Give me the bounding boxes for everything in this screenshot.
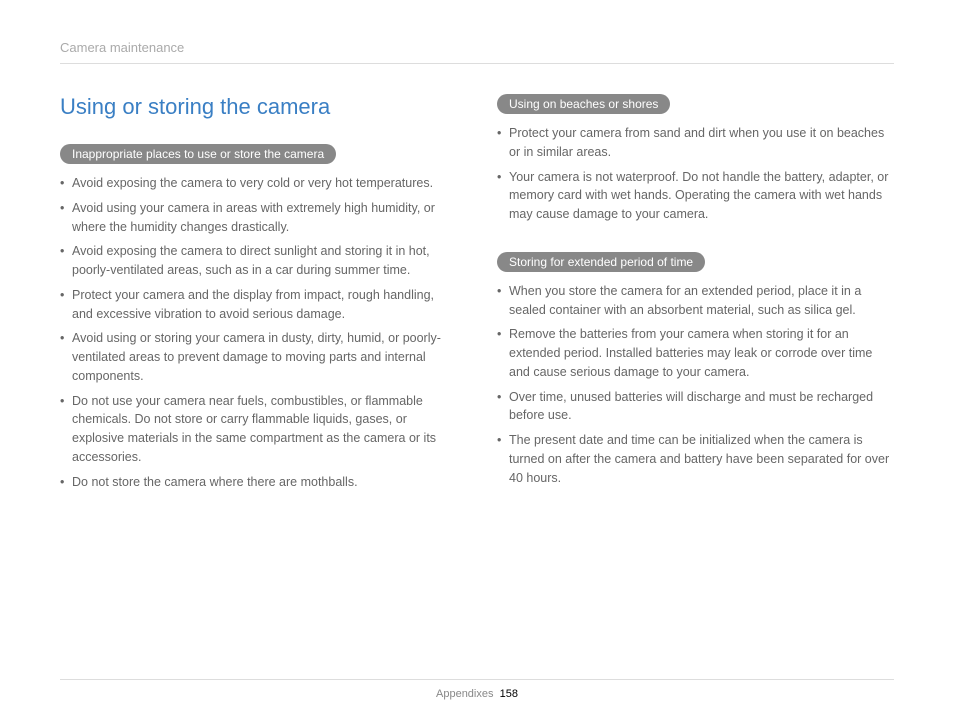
list-storing: When you store the camera for an extende… [497, 282, 894, 488]
list-item: Avoid exposing the camera to direct sunl… [60, 242, 457, 280]
footer-label: Appendixes [436, 688, 494, 700]
list-item: Avoid using or storing your camera in du… [60, 329, 457, 385]
right-column: Using on beaches or shores Protect your … [497, 94, 894, 519]
section-pill-storing: Storing for extended period of time [497, 252, 705, 272]
list-item: The present date and time can be initial… [497, 431, 894, 487]
section-pill-inappropriate: Inappropriate places to use or store the… [60, 144, 336, 164]
section-pill-beaches: Using on beaches or shores [497, 94, 670, 114]
page-footer: Appendixes 158 [60, 679, 894, 700]
main-heading: Using or storing the camera [60, 94, 457, 120]
list-item: Do not use your camera near fuels, combu… [60, 392, 457, 467]
list-item: Your camera is not waterproof. Do not ha… [497, 168, 894, 224]
list-item: Protect your camera from sand and dirt w… [497, 124, 894, 162]
list-item: Protect your camera and the display from… [60, 286, 457, 324]
list-item: When you store the camera for an extende… [497, 282, 894, 320]
list-item: Avoid using your camera in areas with ex… [60, 199, 457, 237]
left-column: Using or storing the camera Inappropriat… [60, 94, 457, 519]
list-item: Do not store the camera where there are … [60, 473, 457, 492]
list-item: Over time, unused batteries will dischar… [497, 388, 894, 426]
page-number: 158 [500, 688, 518, 700]
list-item: Avoid exposing the camera to very cold o… [60, 174, 457, 193]
content-columns: Using or storing the camera Inappropriat… [60, 94, 894, 519]
list-item: Remove the batteries from your camera wh… [497, 325, 894, 381]
list-inappropriate: Avoid exposing the camera to very cold o… [60, 174, 457, 491]
page-header: Camera maintenance [60, 40, 894, 64]
list-beaches: Protect your camera from sand and dirt w… [497, 124, 894, 224]
